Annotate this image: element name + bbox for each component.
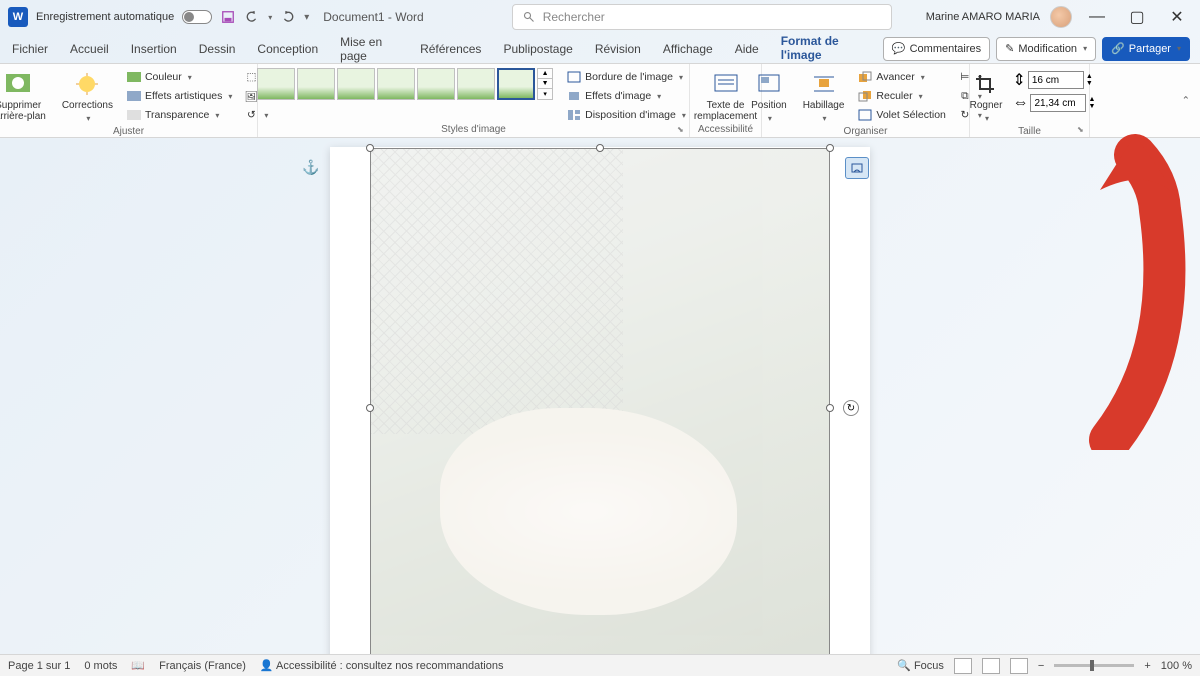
position-button[interactable]: Position▾ (745, 68, 793, 126)
resize-handle[interactable] (366, 404, 374, 412)
picture-effects-button[interactable]: Effets d'image▾ (563, 87, 690, 105)
tab-conception[interactable]: Conception (255, 38, 320, 60)
height-input[interactable]: 16 cm (1028, 71, 1084, 89)
corrections-button[interactable]: Corrections▾ (56, 68, 119, 126)
layout-options-button[interactable] (845, 157, 869, 179)
accessibility-check[interactable]: 👤 Accessibilité : consultez nos recomman… (260, 659, 504, 672)
group-label-organiser: Organiser (844, 126, 888, 139)
maximize-button[interactable]: ▢ (1122, 7, 1152, 27)
autosave-toggle[interactable] (182, 10, 212, 24)
group-label-styles: Styles d'image (441, 124, 506, 137)
view-print-button[interactable] (982, 658, 1000, 674)
collapse-ribbon-button[interactable]: ⌃ (1182, 95, 1190, 106)
group-ajuster: Supprimer l'arrière-plan Corrections▾ Co… (0, 64, 258, 137)
style-thumb[interactable] (417, 68, 455, 100)
redo-icon[interactable] (280, 9, 296, 25)
spellcheck-icon[interactable]: 📖 (131, 659, 145, 672)
share-button[interactable]: 🔗Partager▾ (1102, 37, 1190, 61)
color-button[interactable]: Couleur▾ (123, 68, 236, 86)
styles-launcher[interactable]: ⬊ (677, 125, 687, 135)
resize-handle[interactable] (826, 404, 834, 412)
width-input[interactable]: 21,34 cm (1030, 94, 1086, 112)
document-title: Document1 - Word (323, 10, 423, 24)
search-icon (523, 11, 535, 23)
focus-mode[interactable]: 🔍 Focus (897, 659, 944, 672)
remove-background-button[interactable]: Supprimer l'arrière-plan (0, 68, 52, 124)
group-organiser: Position▾ Habillage▾ Avancer▾ Reculer▾ V… (762, 64, 970, 137)
view-read-button[interactable] (954, 658, 972, 674)
tab-insertion[interactable]: Insertion (129, 38, 179, 60)
search-input[interactable]: Rechercher (512, 4, 892, 30)
group-styles: ▲▼▾ Bordure de l'image▾ Effets d'image▾ … (258, 64, 690, 137)
tab-aide[interactable]: Aide (733, 38, 761, 60)
editing-mode-button[interactable]: ✎Modification▾ (996, 37, 1096, 61)
zoom-slider[interactable] (1054, 664, 1134, 667)
zoom-out[interactable]: − (1038, 660, 1044, 672)
undo-drop[interactable]: ▾ (268, 13, 272, 22)
tab-revision[interactable]: Révision (593, 38, 643, 60)
style-thumb[interactable] (337, 68, 375, 100)
tab-affichage[interactable]: Affichage (661, 38, 715, 60)
resize-handle[interactable] (826, 144, 834, 152)
send-backward-button[interactable]: Reculer▾ (854, 87, 949, 105)
autosave-label: Enregistrement automatique (36, 11, 174, 23)
language-indicator[interactable]: Français (France) (159, 660, 246, 672)
rotate-handle[interactable]: ↻ (843, 400, 859, 416)
status-bar: Page 1 sur 1 0 mots 📖 Français (France) … (0, 654, 1200, 676)
tab-fichier[interactable]: Fichier (10, 38, 50, 60)
height-icon: ⇕ (1012, 70, 1025, 90)
transparency-button[interactable]: Transparence▾ (123, 106, 236, 124)
selection-pane-button[interactable]: Volet Sélection (854, 106, 949, 124)
ribbon-tabs: Fichier Accueil Insertion Dessin Concept… (0, 34, 1200, 64)
style-thumb[interactable] (377, 68, 415, 100)
style-thumb[interactable] (257, 68, 295, 100)
bring-forward-button[interactable]: Avancer▾ (854, 68, 949, 86)
view-web-button[interactable] (1010, 658, 1028, 674)
picture-layout-button[interactable]: Disposition d'image▾ (563, 106, 690, 124)
zoom-in[interactable]: + (1144, 660, 1150, 672)
wrap-text-button[interactable]: Habillage▾ (797, 68, 851, 126)
group-taille: Rogner▾ ⇕16 cm▲▼ ⇔21,34 cm▲▼ Taille ⬊ (970, 64, 1090, 137)
tab-accueil[interactable]: Accueil (68, 38, 111, 60)
comments-button[interactable]: 💬Commentaires (883, 37, 990, 61)
undo-icon[interactable] (244, 9, 260, 25)
crop-button[interactable]: Rogner▾ (964, 68, 1009, 126)
user-name: Marine AMARO MARIA (926, 11, 1040, 23)
picture-border-button[interactable]: Bordure de l'image▾ (563, 68, 690, 86)
search-placeholder: Rechercher (543, 10, 605, 24)
tab-format-image[interactable]: Format de l'image (779, 30, 865, 68)
artistic-effects-button[interactable]: Effets artistiques▾ (123, 87, 236, 105)
style-thumb[interactable] (497, 68, 535, 100)
avatar[interactable] (1050, 6, 1072, 28)
tab-mise-en-page[interactable]: Mise en page (338, 31, 400, 67)
anchor-icon: ⚓ (302, 159, 319, 176)
close-button[interactable]: ✕ (1162, 7, 1192, 27)
width-icon: ⇔ (1012, 94, 1028, 112)
tab-publipostage[interactable]: Publipostage (501, 38, 574, 60)
group-label-taille: Taille (1018, 126, 1041, 139)
save-icon[interactable] (220, 9, 236, 25)
style-thumb[interactable] (457, 68, 495, 100)
minimize-button[interactable]: — (1082, 7, 1112, 27)
title-bar: W Enregistrement automatique ▾ ▾ Documen… (0, 0, 1200, 34)
group-label-ajuster: Ajuster (113, 126, 144, 139)
zoom-level[interactable]: 100 % (1161, 660, 1192, 672)
page: ⚓ ↻ (330, 147, 870, 654)
resize-handle[interactable] (596, 144, 604, 152)
image-content (371, 149, 829, 654)
tab-dessin[interactable]: Dessin (197, 38, 238, 60)
page-indicator[interactable]: Page 1 sur 1 (8, 660, 70, 672)
word-count[interactable]: 0 mots (84, 660, 117, 672)
gallery-scroll[interactable]: ▲▼▾ (537, 68, 553, 100)
style-thumb[interactable] (297, 68, 335, 100)
tab-references[interactable]: Références (418, 38, 483, 60)
taille-launcher[interactable]: ⬊ (1077, 125, 1087, 135)
app-icon: W (8, 7, 28, 27)
resize-handle[interactable] (366, 144, 374, 152)
selected-image[interactable]: ↻ (370, 148, 830, 654)
ribbon: Supprimer l'arrière-plan Corrections▾ Co… (0, 64, 1200, 138)
qat-more[interactable]: ▾ (304, 12, 309, 23)
document-canvas[interactable]: ⚓ ↻ (0, 139, 1200, 654)
picture-styles-gallery[interactable]: ▲▼▾ (257, 68, 553, 100)
